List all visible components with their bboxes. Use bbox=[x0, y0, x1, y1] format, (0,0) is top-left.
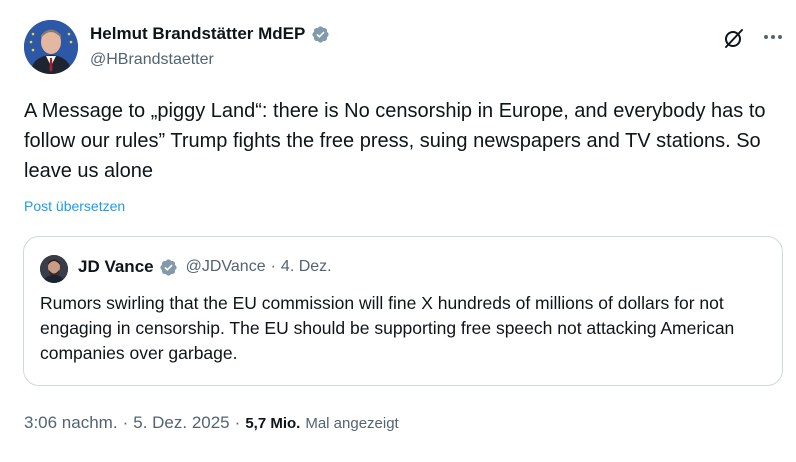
views-count: 5,7 Mio. bbox=[245, 415, 301, 432]
quoted-avatar-image bbox=[40, 255, 68, 283]
quoted-date[interactable]: 4. Dez. bbox=[281, 258, 332, 276]
verified-badge-icon bbox=[312, 25, 329, 43]
meta-separator: · bbox=[234, 413, 241, 432]
quoted-handle[interactable]: @JDVance bbox=[186, 258, 266, 276]
quoted-separator: · bbox=[270, 258, 276, 275]
tweet-text: A Message to „piggy Land“: there is No c… bbox=[24, 100, 766, 182]
author-name-line: Helmut Brandstätter MdEP bbox=[90, 24, 330, 44]
more-options-icon[interactable] bbox=[760, 24, 786, 50]
meta-separator: · bbox=[122, 413, 129, 432]
quoted-header: JD Vance @JDVance · 4. Dez. bbox=[78, 257, 332, 277]
tweet: Helmut Brandstätter MdEP @HBrandstaetter… bbox=[0, 0, 796, 462]
tweet-meta: 3:06 nachm. · 5. Dez. 2025 · 5,7 Mio. Ma… bbox=[24, 413, 399, 433]
author-avatar[interactable] bbox=[24, 20, 78, 74]
quoted-display-name[interactable]: JD Vance bbox=[78, 257, 154, 277]
author-handle[interactable]: @HBrandstaetter bbox=[90, 51, 214, 69]
translate-post-link[interactable]: Post übersetzen bbox=[24, 198, 125, 214]
quoted-tweet-text: Rumors swirling that the EU commission w… bbox=[40, 293, 735, 363]
quoted-author-avatar[interactable] bbox=[40, 255, 68, 283]
tweet-time[interactable]: 3:06 nachm. bbox=[24, 413, 118, 433]
author-avatar-image bbox=[24, 20, 78, 74]
tweet-date[interactable]: 5. Dez. 2025 bbox=[133, 413, 229, 433]
more-dots-icon bbox=[764, 35, 782, 39]
quoted-verified-badge-icon bbox=[159, 258, 177, 276]
quoted-tweet-card[interactable]: JD Vance @JDVance · 4. Dez. Rumors swirl… bbox=[23, 236, 783, 386]
grok-icon[interactable] bbox=[722, 26, 746, 50]
author-display-name[interactable]: Helmut Brandstätter MdEP bbox=[90, 24, 305, 44]
views-label: Mal angezeigt bbox=[305, 415, 399, 432]
